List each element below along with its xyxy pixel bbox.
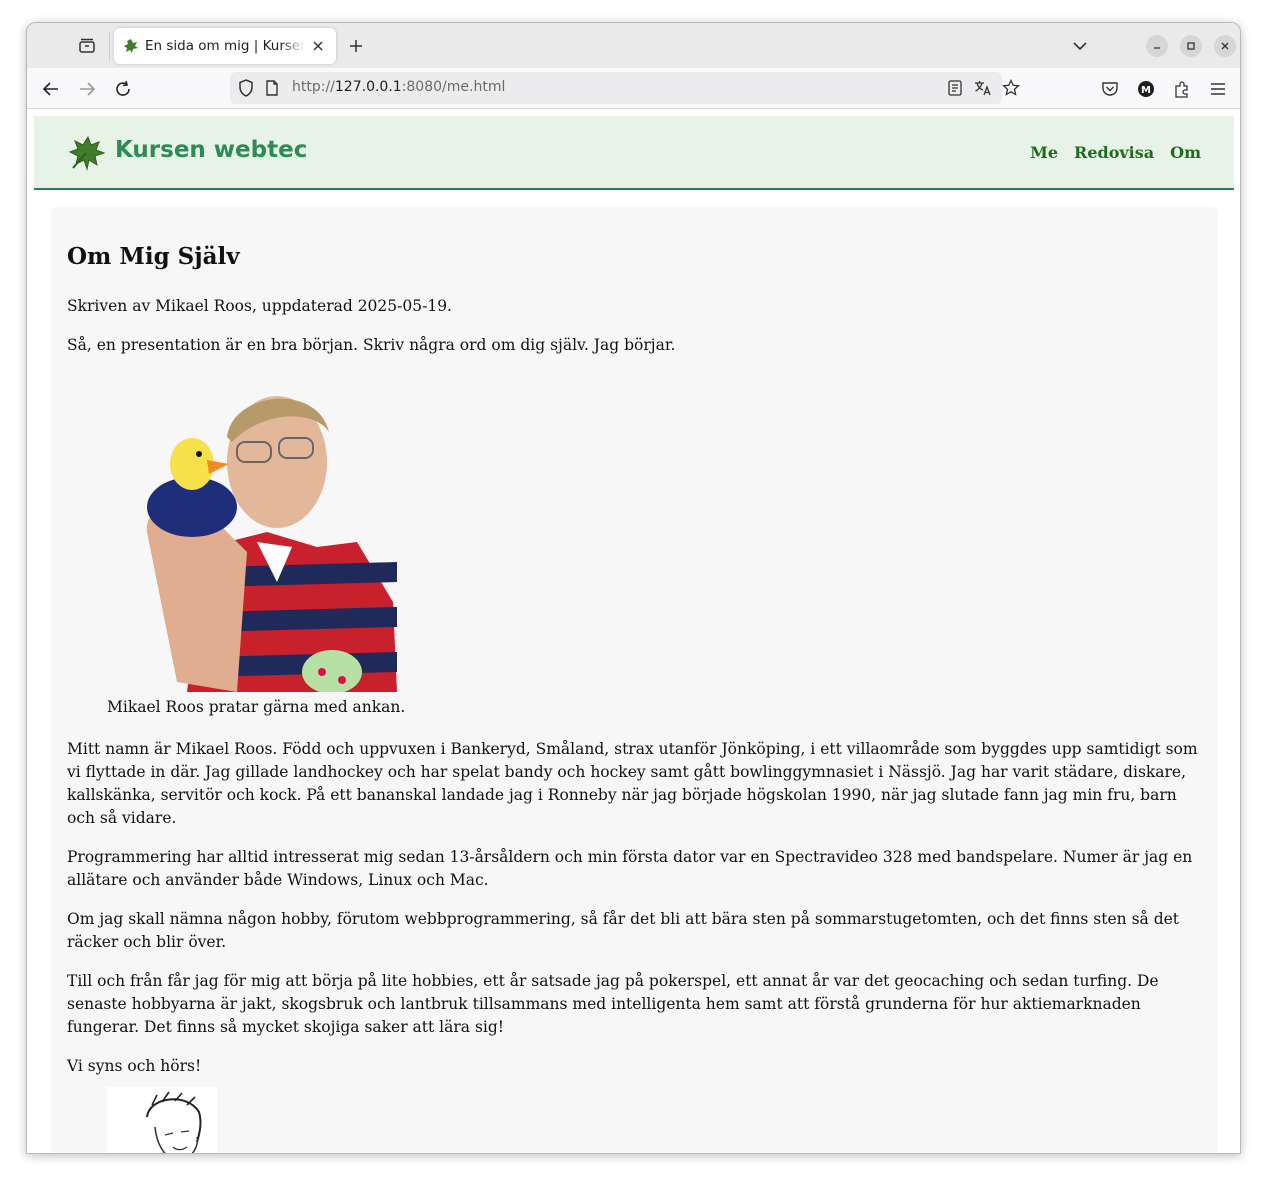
new-tab-icon[interactable] bbox=[345, 35, 367, 57]
forward-arrow-icon[interactable] bbox=[75, 77, 99, 101]
extensions-icon[interactable] bbox=[1170, 77, 1194, 101]
close-window-icon[interactable] bbox=[1214, 35, 1236, 57]
portrait-photo bbox=[117, 382, 403, 692]
page-viewport: Kursen webtec Me Redovisa Om Om Mig Själ… bbox=[27, 110, 1240, 1153]
sketch-portrait bbox=[107, 1087, 217, 1153]
tab-separator bbox=[109, 31, 110, 61]
account-avatar-icon[interactable]: M bbox=[1134, 77, 1158, 101]
page-title: Om Mig Själv bbox=[67, 243, 240, 270]
tab-strip: En sida om mig | Kursen webtec bbox=[27, 23, 1240, 68]
tab-title: En sida om mig | Kursen webtec bbox=[145, 38, 305, 54]
url-scheme: http:// bbox=[292, 79, 335, 95]
minimize-icon[interactable] bbox=[1146, 35, 1168, 57]
site-nav: Me Redovisa Om bbox=[1030, 143, 1201, 162]
tab-active[interactable]: En sida om mig | Kursen webtec bbox=[114, 28, 336, 64]
svg-text:M: M bbox=[1141, 85, 1151, 96]
paragraph-programming: Programmering har alltid intresserat mig… bbox=[67, 848, 1193, 889]
pocket-icon[interactable] bbox=[1098, 77, 1122, 101]
main-content: Om Mig Själv Skriven av Mikael Roos, upp… bbox=[51, 207, 1218, 1153]
url-text[interactable]: http://127.0.0.1:8080/me.html bbox=[292, 79, 505, 95]
nav-link-om[interactable]: Om bbox=[1170, 143, 1201, 162]
chevron-down-icon[interactable] bbox=[1069, 35, 1091, 57]
page-icon[interactable] bbox=[262, 78, 282, 98]
navigation-bar: http://127.0.0.1:8080/me.html M bbox=[27, 68, 1240, 109]
address-bar[interactable]: http://127.0.0.1:8080/me.html bbox=[230, 72, 1020, 104]
back-arrow-icon[interactable] bbox=[39, 77, 63, 101]
browser-window: En sida om mig | Kursen webtec bbox=[26, 22, 1241, 1154]
figure-caption: Mikael Roos pratar gärna med ankan. bbox=[107, 698, 406, 716]
paragraph-background: Mitt namn är Mikael Roos. Född och uppvu… bbox=[67, 740, 1198, 827]
byline: Skriven av Mikael Roos, uppdaterad 2025-… bbox=[67, 297, 452, 315]
menu-hamburger-icon[interactable] bbox=[1206, 77, 1230, 101]
reader-view-icon[interactable] bbox=[945, 78, 965, 98]
maple-leaf-logo-icon[interactable] bbox=[68, 135, 106, 171]
paragraph-hobby: Om jag skall nämna någon hobby, förutom … bbox=[67, 910, 1180, 951]
reload-icon[interactable] bbox=[111, 77, 135, 101]
nav-link-redovisa[interactable]: Redovisa bbox=[1074, 143, 1154, 162]
url-path: :8080/me.html bbox=[401, 79, 506, 95]
bookmark-star-icon[interactable] bbox=[1001, 78, 1021, 98]
translate-icon[interactable] bbox=[973, 78, 993, 98]
intro-paragraph: Så, en presentation är en bra början. Sk… bbox=[67, 336, 676, 354]
paragraph-hobbies: Till och från får jag för mig att börja … bbox=[67, 972, 1159, 1036]
nav-link-me[interactable]: Me bbox=[1030, 143, 1058, 162]
tab-list-icon[interactable] bbox=[76, 35, 98, 57]
url-host: 127.0.0.1 bbox=[334, 79, 402, 95]
site-header: Kursen webtec Me Redovisa Om bbox=[34, 116, 1234, 190]
shield-icon[interactable] bbox=[236, 78, 256, 98]
close-tab-icon[interactable] bbox=[308, 36, 328, 56]
paragraph-farewell: Vi syns och hörs! bbox=[67, 1057, 202, 1075]
maple-leaf-favicon-icon bbox=[123, 38, 139, 54]
maximize-icon[interactable] bbox=[1180, 35, 1202, 57]
site-title[interactable]: Kursen webtec bbox=[115, 137, 307, 163]
